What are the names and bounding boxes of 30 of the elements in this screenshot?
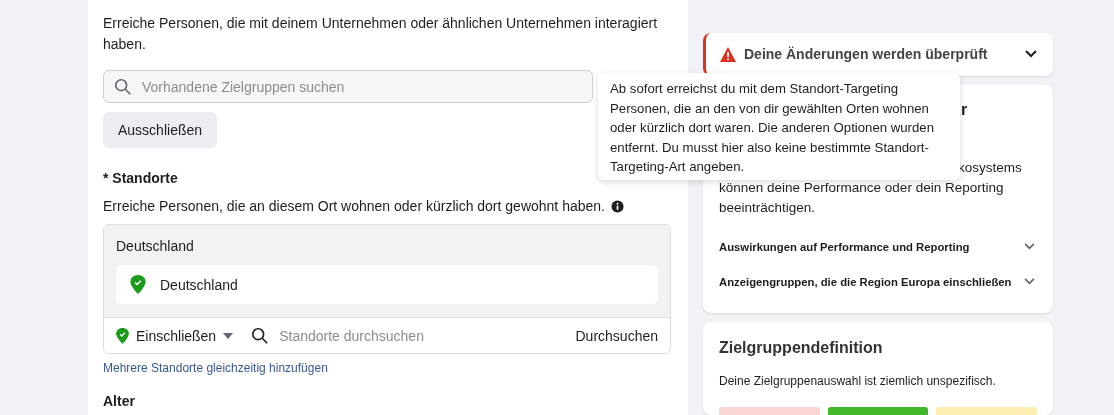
locations-heading: * Standorte (103, 170, 178, 186)
accordion-row[interactable]: Anzeigengruppen, die die Region Europa einschließen (719, 271, 1037, 292)
card-title: Zielgruppendefinition (719, 339, 884, 357)
card-text: Deine Zielgruppenauswahl ist ziemlich unspezifisch. (719, 374, 997, 388)
bulk-add-link[interactable]: Mehrere Standorte gleichzeitig hinzufügen (103, 361, 328, 375)
search-icon (114, 77, 132, 96)
review-banner[interactable]: Deine Änderungen werden überprüft (703, 33, 1053, 76)
audience-search-input[interactable]: Vorhandene Zielgruppen suchen (140, 77, 592, 96)
include-dropdown[interactable]: Einschließen (116, 327, 234, 344)
banner-title: Deine Änderungen werden überprüft (744, 46, 989, 63)
locations-description: Erreiche Personen, die an diesem Ort wohnen oder kürzlich dort gewohnt haben. (103, 198, 605, 214)
audience-description: Erreiche Personen, die mit deinem Unternehmen oder ähnlichen Unternehmen interagiert haben. (103, 14, 659, 54)
warning-icon (720, 46, 736, 62)
tooltip: Ab sofort erreichst du mit dem Standort-Targeting Personen, die an den von dir gewählten Orten wohnen oder kürzlich dort waren. Die anderen Optionen wurden entfernt. Du musst hier also keine bestimmte Standort-Targeting-Art angeben. (598, 73, 960, 180)
info-icon[interactable] (610, 199, 624, 213)
card-text: beeinträchtigen. (719, 198, 817, 217)
location-pin-icon (130, 275, 146, 294)
exclude-button[interactable]: Ausschließen (103, 112, 218, 148)
location-group-label: Deutschland (116, 238, 195, 254)
caret-icon (223, 332, 234, 339)
search-button[interactable]: Durchsuchen (575, 327, 658, 344)
chevron-icon[interactable] (1025, 50, 1037, 59)
audience-search-field[interactable]: Vorhandene Zielgruppen suchen (103, 70, 593, 103)
age-heading: Alter (103, 393, 135, 409)
location-item[interactable]: Deutschland (116, 265, 658, 304)
search-icon (251, 326, 270, 345)
accordion-row[interactable]: Auswirkungen auf Performance und Reporting (719, 236, 1037, 257)
card-title: r (961, 100, 968, 118)
card-text: können deine Performance oder dein Reporting (719, 178, 1005, 197)
location-pin-icon (116, 327, 129, 344)
